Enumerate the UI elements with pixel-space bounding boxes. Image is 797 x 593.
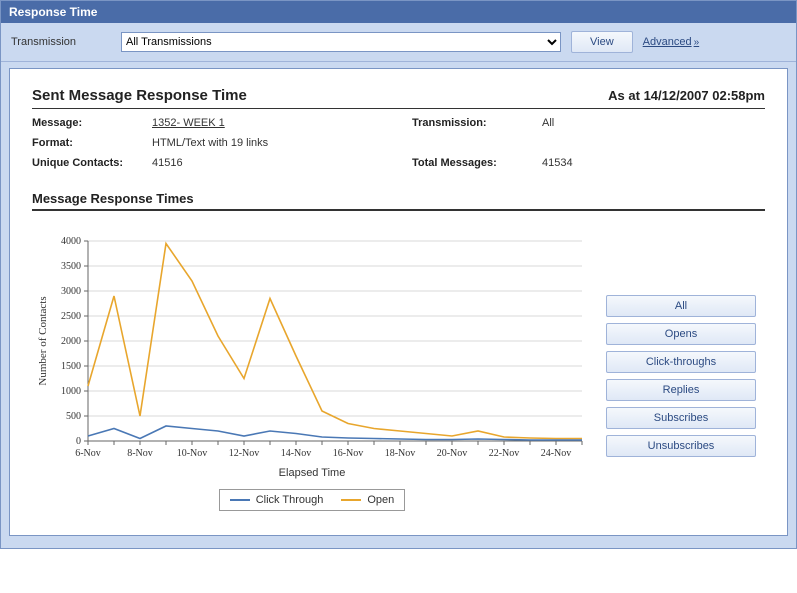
report-card: Sent Message Response Time As at 14/12/2…: [9, 68, 788, 536]
series-filter-buttons: All Opens Click-throughs Replies Subscri…: [606, 295, 756, 457]
meta-format-value: HTML/Text with 19 links: [152, 137, 412, 149]
svg-text:2500: 2500: [61, 311, 81, 322]
svg-text:1500: 1500: [61, 361, 81, 372]
svg-text:2000: 2000: [61, 336, 81, 347]
svg-text:22-Nov: 22-Nov: [489, 448, 520, 459]
meta-total-value: 41534: [542, 157, 765, 169]
chart-legend: Click Through Open: [32, 489, 592, 511]
legend-swatch-open: [341, 499, 361, 501]
legend-item-click: Click Through: [230, 494, 324, 506]
meta-unique-label: Unique Contacts:: [32, 157, 152, 169]
report-title-row: Sent Message Response Time As at 14/12/2…: [32, 87, 765, 109]
svg-text:18-Nov: 18-Nov: [385, 448, 416, 459]
svg-text:3000: 3000: [61, 286, 81, 297]
meta-message-link[interactable]: 1352- WEEK 1: [152, 117, 225, 129]
content-wrap: Sent Message Response Time As at 14/12/2…: [1, 62, 796, 548]
transmission-select[interactable]: All Transmissions: [121, 32, 561, 52]
filter-replies-button[interactable]: Replies: [606, 379, 756, 401]
report-meta: Message: 1352- WEEK 1 Transmission: All …: [32, 117, 765, 169]
svg-text:500: 500: [66, 411, 81, 422]
filter-subscribes-button[interactable]: Subscribes: [606, 407, 756, 429]
meta-total-label: Total Messages:: [412, 157, 542, 169]
view-button[interactable]: View: [571, 31, 633, 53]
as-at-timestamp: As at 14/12/2007 02:58pm: [608, 88, 765, 103]
svg-text:12-Nov: 12-Nov: [229, 448, 260, 459]
meta-message-label: Message:: [32, 117, 152, 129]
meta-transmission-label: Transmission:: [412, 117, 542, 129]
svg-text:14-Nov: 14-Nov: [281, 448, 312, 459]
svg-text:24-Nov: 24-Nov: [541, 448, 572, 459]
svg-text:0: 0: [76, 436, 81, 447]
chart-xlabel: Elapsed Time: [32, 467, 592, 479]
filter-clicks-button[interactable]: Click-throughs: [606, 351, 756, 373]
svg-text:16-Nov: 16-Nov: [333, 448, 364, 459]
filter-unsubscribes-button[interactable]: Unsubscribes: [606, 435, 756, 457]
transmission-label: Transmission: [11, 36, 111, 48]
toolbar: Transmission All Transmissions View Adva…: [1, 23, 796, 62]
advanced-label: Advanced: [643, 36, 692, 48]
meta-transmission-value: All: [542, 117, 765, 129]
chart-row: 0 500 1000 1500 2000 2500 3000 3500 4000 6-Nov 8-N…: [32, 235, 765, 511]
report-title: Sent Message Response Time: [32, 87, 247, 104]
legend-swatch-click: [230, 499, 250, 501]
line-chart: 0 500 1000 1500 2000 2500 3000 3500 4000 6-Nov 8-N…: [32, 235, 592, 465]
svg-text:Number of Contacts: Number of Contacts: [37, 296, 49, 385]
chevron-right-icon: »: [694, 37, 700, 48]
meta-format-label: Format:: [32, 137, 152, 149]
svg-text:3500: 3500: [61, 261, 81, 272]
filter-all-button[interactable]: All: [606, 295, 756, 317]
legend-item-open: Open: [341, 494, 394, 506]
svg-text:8-Nov: 8-Nov: [127, 448, 153, 459]
panel-title: Response Time: [1, 1, 796, 23]
svg-text:10-Nov: 10-Nov: [177, 448, 208, 459]
response-time-panel: Response Time Transmission All Transmiss…: [0, 0, 797, 549]
svg-text:4000: 4000: [61, 236, 81, 247]
section-title: Message Response Times: [32, 191, 765, 211]
filter-opens-button[interactable]: Opens: [606, 323, 756, 345]
svg-text:20-Nov: 20-Nov: [437, 448, 468, 459]
chart-container: 0 500 1000 1500 2000 2500 3000 3500 4000 6-Nov 8-N…: [32, 235, 592, 511]
svg-text:6-Nov: 6-Nov: [75, 448, 101, 459]
meta-unique-value: 41516: [152, 157, 412, 169]
svg-text:1000: 1000: [61, 386, 81, 397]
advanced-link[interactable]: Advanced »: [643, 36, 700, 48]
